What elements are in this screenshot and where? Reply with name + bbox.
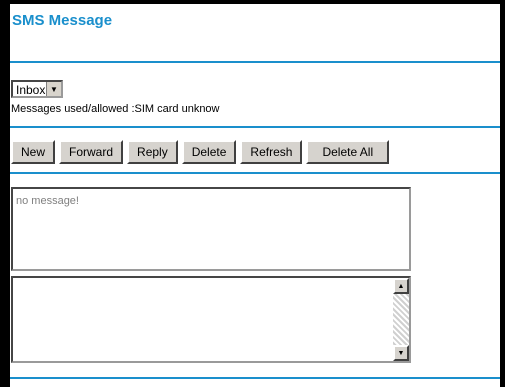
message-list-box[interactable]: no message! <box>11 187 411 271</box>
message-content-textarea[interactable]: ▲ ▼ <box>11 276 411 363</box>
forward-button[interactable]: Forward <box>59 140 124 164</box>
empty-message-text: no message! <box>16 195 79 207</box>
divider-lower <box>10 172 500 174</box>
delete-button[interactable]: Delete <box>181 140 237 164</box>
refresh-button[interactable]: Refresh <box>240 140 303 164</box>
delete-all-button[interactable]: Delete All <box>306 140 390 164</box>
divider-top <box>10 61 500 63</box>
action-toolbar: New Forward Reply Delete Refresh Delete … <box>11 140 390 164</box>
scroll-down-icon[interactable]: ▼ <box>393 345 409 361</box>
reply-button[interactable]: Reply <box>127 140 178 164</box>
top-frame-border <box>0 0 505 4</box>
folder-select[interactable]: Inbox ▼ <box>11 80 63 98</box>
page-title: SMS Message <box>12 12 113 29</box>
chevron-down-icon[interactable]: ▼ <box>46 82 61 96</box>
vertical-scrollbar[interactable]: ▲ ▼ <box>393 278 409 361</box>
usage-status-text: Messages used/allowed :SIM card unknow <box>11 103 220 115</box>
scroll-up-icon[interactable]: ▲ <box>393 278 409 294</box>
new-button[interactable]: New <box>11 140 56 164</box>
divider-middle <box>10 126 500 128</box>
right-frame-border <box>500 4 505 387</box>
folder-select-value: Inbox <box>16 83 46 97</box>
left-frame-border <box>0 0 10 387</box>
divider-bottom <box>10 377 500 379</box>
